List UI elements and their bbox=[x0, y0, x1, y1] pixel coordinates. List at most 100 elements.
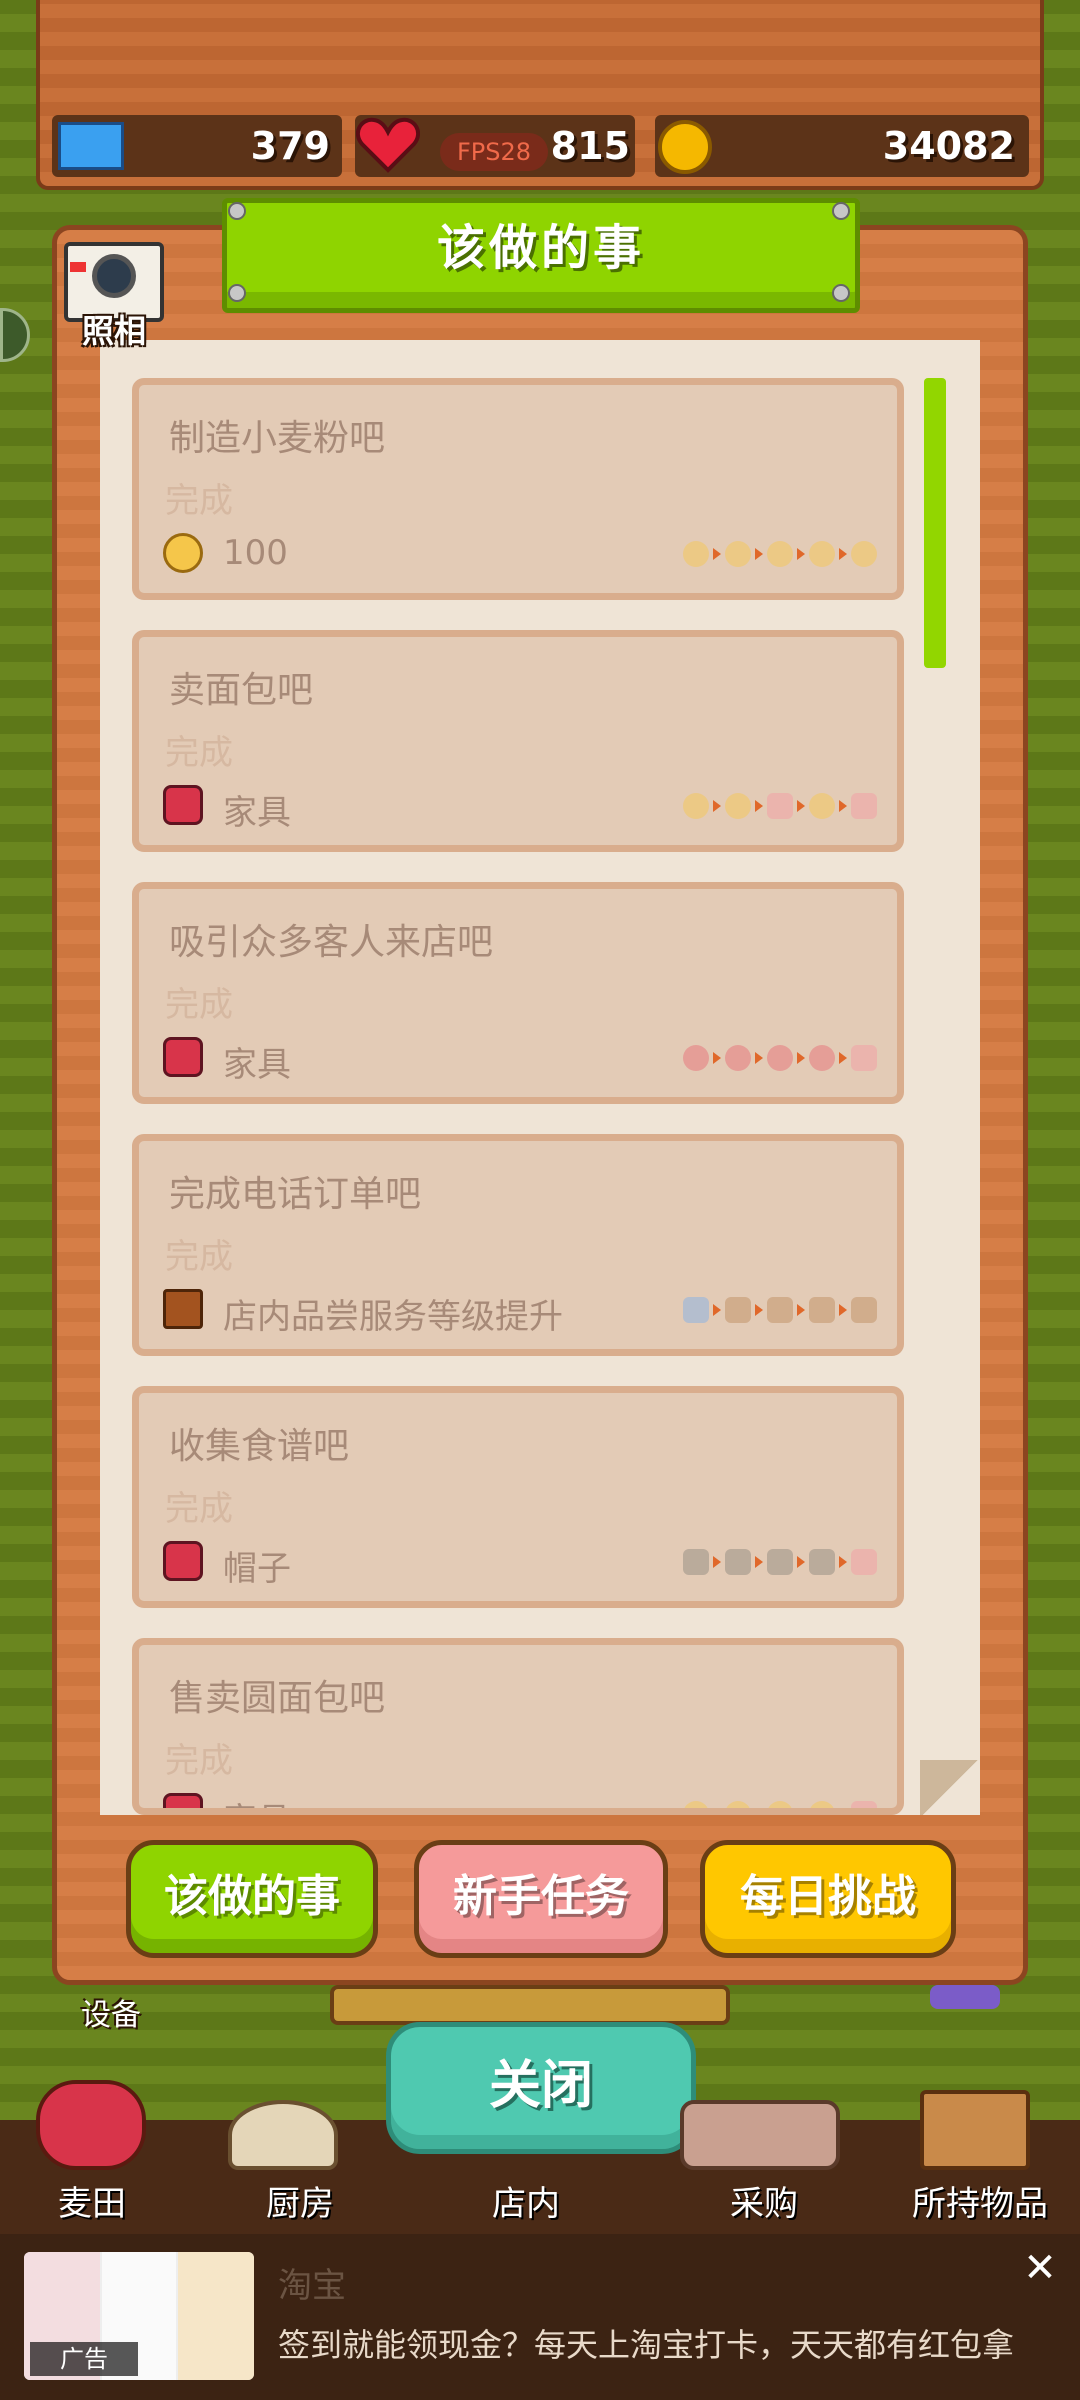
task-status: 完成 bbox=[165, 733, 233, 773]
kitchen-icon[interactable] bbox=[228, 2100, 338, 2170]
coin-step-icon bbox=[683, 541, 709, 567]
heart-step-icon bbox=[725, 1045, 751, 1071]
camera-label[interactable]: 照相 bbox=[54, 306, 174, 352]
task-progress-steps bbox=[683, 1545, 877, 1579]
step-arrow-icon bbox=[755, 548, 763, 560]
task-reward: 家具 bbox=[223, 1045, 291, 1085]
purchase-icon[interactable] bbox=[680, 2100, 840, 2170]
coin-step-icon bbox=[767, 1801, 793, 1808]
heart-step-icon bbox=[683, 1045, 709, 1071]
task-reward: 家具 bbox=[223, 793, 291, 833]
coin-icon bbox=[658, 120, 712, 174]
task-title: 卖面包吧 bbox=[169, 670, 314, 711]
task-progress-steps bbox=[683, 1797, 877, 1815]
task-reward: 家具 bbox=[223, 1793, 291, 1808]
nav-kitchen[interactable]: 厨房 bbox=[200, 2176, 400, 2225]
nav-wheat-field[interactable]: 麦田 bbox=[0, 2176, 192, 2225]
coin-step-icon bbox=[683, 1801, 709, 1808]
task-progress-steps bbox=[683, 537, 877, 571]
nav-purchase[interactable]: 采购 bbox=[664, 2176, 864, 2225]
tab-daily-challenge[interactable]: 每日挑战 bbox=[700, 1840, 956, 1958]
step-arrow-icon bbox=[755, 800, 763, 812]
coin-step-icon bbox=[851, 541, 877, 567]
gift-step-icon bbox=[851, 1801, 877, 1808]
ticket-step-icon bbox=[683, 1297, 709, 1323]
counter-top bbox=[330, 1985, 730, 2025]
task-title: 吸引众多客人来店吧 bbox=[169, 922, 494, 963]
task-progress-steps bbox=[683, 1293, 877, 1327]
step-arrow-icon bbox=[797, 1304, 805, 1316]
task-list-scrollbar[interactable] bbox=[924, 378, 946, 668]
tab-todo[interactable]: 该做的事 bbox=[126, 1840, 378, 1958]
step-arrow-icon bbox=[797, 548, 805, 560]
step-arrow-icon bbox=[797, 1556, 805, 1568]
gift-step-icon bbox=[767, 793, 793, 819]
task-card[interactable]: 完成电话订单吧完成店内品尝服务等级提升 bbox=[132, 1134, 904, 1356]
step-arrow-icon bbox=[713, 1304, 721, 1316]
task-status: 完成 bbox=[165, 985, 233, 1025]
step-arrow-icon bbox=[839, 548, 847, 560]
task-card[interactable]: 卖面包吧完成家具 bbox=[132, 630, 904, 852]
task-progress-steps bbox=[683, 1041, 877, 1075]
heart-step-icon bbox=[809, 1045, 835, 1071]
task-status: 完成 bbox=[165, 481, 233, 521]
ad-label: 广告 bbox=[30, 2342, 138, 2376]
gift-step-icon bbox=[851, 1045, 877, 1071]
coin-step-icon bbox=[809, 793, 835, 819]
step-arrow-icon bbox=[797, 800, 805, 812]
step-arrow-icon bbox=[713, 1808, 721, 1815]
task-status: 完成 bbox=[165, 1237, 233, 1277]
ad-brand: 淘宝 bbox=[278, 2266, 346, 2306]
step-arrow-icon bbox=[713, 548, 721, 560]
coin-step-icon bbox=[809, 541, 835, 567]
nav-shop[interactable]: 店内 bbox=[426, 2176, 626, 2225]
task-card[interactable]: 制造小麦粉吧完成 100 bbox=[132, 378, 904, 600]
camera-lens bbox=[92, 254, 136, 298]
coin-step-icon bbox=[725, 1801, 751, 1808]
task-reward: 店内品尝服务等级提升 bbox=[223, 1297, 563, 1337]
task-reward: 100 bbox=[223, 533, 288, 573]
ticket-icon bbox=[58, 122, 124, 170]
step-arrow-icon bbox=[839, 800, 847, 812]
camera-flash bbox=[70, 262, 86, 272]
task-title: 制造小麦粉吧 bbox=[169, 418, 386, 459]
heart-icon bbox=[356, 117, 420, 173]
chair-step-icon bbox=[809, 1297, 835, 1323]
step-arrow-icon bbox=[713, 800, 721, 812]
task-reward: 帽子 bbox=[223, 1549, 291, 1589]
chair-step-icon bbox=[767, 1297, 793, 1323]
task-card[interactable]: 售卖圆面包吧完成家具 bbox=[132, 1638, 904, 1815]
chair-icon bbox=[163, 1289, 203, 1329]
wheat-field-icon[interactable] bbox=[36, 2080, 146, 2170]
task-card[interactable]: 收集食谱吧完成帽子 bbox=[132, 1386, 904, 1608]
step-arrow-icon bbox=[797, 1052, 805, 1064]
gift-step-icon bbox=[851, 793, 877, 819]
paper-corner bbox=[920, 1760, 980, 1815]
gift-icon bbox=[163, 1541, 203, 1581]
step-arrow-icon bbox=[755, 1556, 763, 1568]
chair-step-icon bbox=[725, 1297, 751, 1323]
inventory-box-icon[interactable] bbox=[920, 2090, 1030, 2170]
task-card[interactable]: 吸引众多客人来店吧完成家具 bbox=[132, 882, 904, 1104]
coin-icon bbox=[163, 533, 203, 573]
panel-title: 该做的事 bbox=[436, 220, 645, 276]
close-button[interactable]: 关闭 bbox=[386, 2022, 696, 2154]
task-status: 完成 bbox=[165, 1489, 233, 1529]
heart-value: 815 bbox=[550, 124, 630, 168]
coin-step-icon bbox=[683, 793, 709, 819]
tab-newbie-tasks[interactable]: 新手任务 bbox=[414, 1840, 668, 1958]
ad-text[interactable]: 签到就能领现金？每天上淘宝打卡，天天都有红包拿 bbox=[278, 2320, 1014, 2366]
ad-close-icon[interactable]: ✕ bbox=[1020, 2248, 1060, 2288]
task-title: 完成电话订单吧 bbox=[169, 1174, 422, 1215]
step-arrow-icon bbox=[713, 1556, 721, 1568]
chair-step-icon bbox=[851, 1297, 877, 1323]
shelf-decoration bbox=[930, 1985, 1000, 2009]
task-title: 售卖圆面包吧 bbox=[169, 1678, 386, 1719]
equipment-label[interactable]: 设备 bbox=[56, 1990, 166, 2033]
coin-value: 34082 bbox=[882, 124, 1015, 168]
step-arrow-icon bbox=[797, 1808, 805, 1815]
nav-inventory[interactable]: 所持物品 bbox=[880, 2176, 1080, 2225]
task-title: 收集食谱吧 bbox=[169, 1426, 350, 1467]
step-arrow-icon bbox=[839, 1556, 847, 1568]
step-arrow-icon bbox=[755, 1052, 763, 1064]
